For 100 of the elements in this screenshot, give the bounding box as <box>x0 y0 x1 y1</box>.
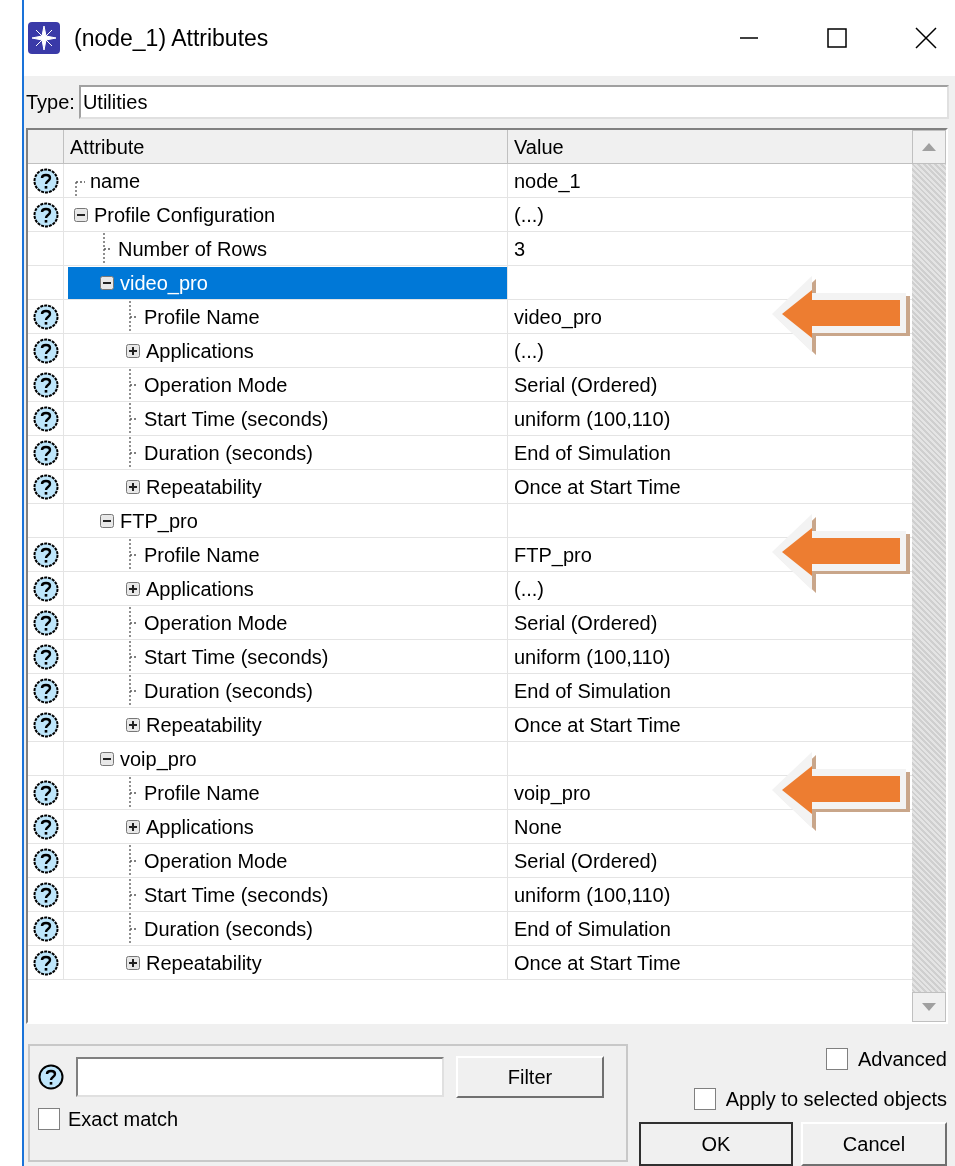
help-icon[interactable] <box>32 541 59 568</box>
value-cell[interactable]: FTP_pro <box>514 539 592 570</box>
attribute-cell[interactable]: Repeatability <box>68 946 507 979</box>
attribute-cell[interactable]: Applications <box>68 810 507 843</box>
help-icon[interactable] <box>32 643 59 670</box>
help-icon[interactable] <box>32 711 59 738</box>
help-icon[interactable] <box>32 881 59 908</box>
help-icon[interactable] <box>32 915 59 942</box>
column-header[interactable]: Value <box>508 130 912 163</box>
close-icon[interactable] <box>915 27 937 49</box>
attribute-cell[interactable]: FTP_pro <box>68 504 507 537</box>
help-icon[interactable] <box>32 337 59 364</box>
attribute-cell[interactable]: Repeatability <box>68 470 507 503</box>
expand-icon[interactable] <box>126 479 140 494</box>
attribute-name: Number of Rows <box>118 236 267 262</box>
value-cell[interactable]: Serial (Ordered) <box>514 369 658 400</box>
column-header[interactable]: Attribute <box>64 130 508 163</box>
attribute-cell[interactable]: voip_pro <box>68 742 507 775</box>
attribute-cell[interactable]: Duration (seconds) <box>68 674 507 707</box>
value-cell[interactable]: Once at Start Time <box>514 709 681 740</box>
value-cell[interactable]: (...) <box>514 199 544 230</box>
value-cell[interactable]: uniform (100,110) <box>514 879 671 910</box>
attribute-cell[interactable]: Duration (seconds) <box>68 436 507 469</box>
value-cell[interactable]: Serial (Ordered) <box>514 607 658 638</box>
expand-icon[interactable] <box>126 717 140 732</box>
filter-field[interactable] <box>76 1057 444 1097</box>
help-icon[interactable] <box>32 303 59 330</box>
help-icon[interactable] <box>32 609 59 636</box>
attribute-name: Operation Mode <box>144 372 288 398</box>
collapse-icon[interactable] <box>100 275 114 290</box>
attribute-cell[interactable]: Profile Name <box>68 300 507 333</box>
attribute-cell[interactable]: name <box>68 164 507 197</box>
help-icon[interactable] <box>32 405 59 432</box>
attribute-cell[interactable]: Operation Mode <box>68 368 507 401</box>
attribute-name: Start Time (seconds) <box>144 644 329 670</box>
ok-button[interactable]: OK <box>639 1122 793 1166</box>
help-icon[interactable] <box>32 949 59 976</box>
filter-button[interactable]: Filter <box>456 1056 604 1098</box>
type-field[interactable]: Utilities <box>78 85 949 119</box>
checkbox-label[interactable]: Apply to selected objects <box>725 1084 947 1114</box>
attribute-cell[interactable]: Start Time (seconds) <box>68 402 507 435</box>
value-cell[interactable]: End of Simulation <box>514 913 671 944</box>
attribute-cell[interactable]: Applications <box>68 572 507 605</box>
value-cell[interactable]: node_1 <box>514 165 581 196</box>
attribute-cell[interactable]: Operation Mode <box>68 844 507 877</box>
value-cell[interactable]: Serial (Ordered) <box>514 845 658 876</box>
value-cell[interactable]: Once at Start Time <box>514 947 681 978</box>
attribute-cell[interactable]: Start Time (seconds) <box>68 640 507 673</box>
help-icon[interactable] <box>32 847 59 874</box>
expand-icon[interactable] <box>126 581 140 596</box>
attribute-cell[interactable]: Profile Name <box>68 538 507 571</box>
help-icon[interactable] <box>32 813 59 840</box>
value-cell[interactable]: Once at Start Time <box>514 471 681 502</box>
help-icon[interactable] <box>32 439 59 466</box>
attribute-cell[interactable]: Number of Rows <box>68 232 507 265</box>
attribute-cell[interactable]: video_pro <box>68 266 507 299</box>
attribute-name: Repeatability <box>146 950 262 976</box>
value-cell[interactable]: voip_pro <box>514 777 591 808</box>
help-icon[interactable] <box>38 1064 64 1090</box>
value-cell[interactable]: End of Simulation <box>514 437 671 468</box>
collapse-icon[interactable] <box>74 207 88 222</box>
checkbox-label[interactable]: Advanced <box>858 1044 947 1074</box>
expand-icon[interactable] <box>126 819 140 834</box>
attribute-name: Operation Mode <box>144 610 288 636</box>
window-title: (node_1) Attributes <box>74 23 269 53</box>
maximize-icon[interactable] <box>827 28 847 48</box>
expand-icon[interactable] <box>126 955 140 970</box>
checkbox[interactable] <box>826 1048 849 1070</box>
help-icon[interactable] <box>32 677 59 704</box>
value-cell[interactable]: video_pro <box>514 301 602 332</box>
help-icon[interactable] <box>32 575 59 602</box>
value-cell[interactable]: (...) <box>514 573 544 604</box>
help-icon[interactable] <box>32 779 59 806</box>
checkbox-label[interactable]: Exact match <box>68 1104 179 1134</box>
collapse-icon[interactable] <box>100 513 114 528</box>
checkbox[interactable] <box>693 1088 716 1110</box>
collapse-icon[interactable] <box>100 751 114 766</box>
attribute-cell[interactable]: Start Time (seconds) <box>68 878 507 911</box>
value-cell[interactable]: uniform (100,110) <box>514 641 671 672</box>
attribute-cell[interactable]: Repeatability <box>68 708 507 741</box>
value-cell[interactable]: End of Simulation <box>514 675 671 706</box>
checkbox[interactable] <box>38 1108 60 1130</box>
attribute-cell[interactable]: Profile Configuration <box>68 198 507 231</box>
attribute-cell[interactable]: Applications <box>68 334 507 367</box>
cancel-button[interactable]: Cancel <box>801 1122 947 1166</box>
help-icon[interactable] <box>32 473 59 500</box>
attribute-cell[interactable]: Operation Mode <box>68 606 507 639</box>
value-cell[interactable]: None <box>514 811 562 842</box>
attribute-cell[interactable]: Profile Name <box>68 776 507 809</box>
attribute-name: Repeatability <box>146 474 262 500</box>
help-icon[interactable] <box>32 201 59 228</box>
help-icon[interactable] <box>32 371 59 398</box>
expand-icon[interactable] <box>126 343 140 358</box>
value-cell[interactable]: 3 <box>514 233 526 264</box>
attribute-name: Repeatability <box>146 712 262 738</box>
attribute-cell[interactable]: Duration (seconds) <box>68 912 507 945</box>
value-cell[interactable]: uniform (100,110) <box>514 403 671 434</box>
help-icon[interactable] <box>32 167 59 194</box>
value-cell[interactable]: (...) <box>514 335 544 366</box>
attribute-name: Profile Name <box>144 304 260 330</box>
